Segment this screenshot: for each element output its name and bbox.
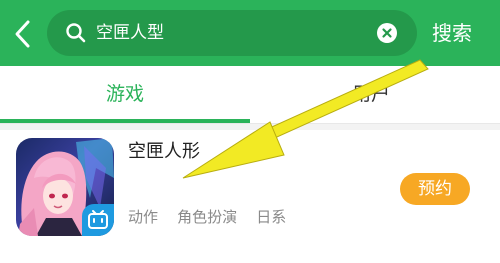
game-tag: 动作	[128, 208, 159, 226]
tab-bar: 游戏 用户	[0, 66, 500, 124]
tab-users-label: 用户	[352, 83, 391, 105]
back-arrow-icon	[15, 20, 30, 48]
search-button[interactable]: 搜索	[432, 19, 472, 47]
clear-search-button[interactable]	[377, 23, 397, 43]
top-bar: 空匣人型 搜索	[0, 0, 500, 66]
game-tags: 动作 角色扮演 日系	[128, 206, 300, 228]
game-tag: 角色扮演	[177, 208, 238, 226]
back-button[interactable]	[6, 14, 42, 54]
bilibili-badge	[82, 204, 114, 236]
game-tag: 日系	[256, 208, 287, 226]
reserve-button[interactable]: 预约	[400, 173, 470, 205]
search-input[interactable]: 空匣人型	[96, 21, 164, 45]
tab-games-label: 游戏	[105, 83, 144, 105]
bilibili-badge-icon	[88, 210, 108, 229]
tab-users[interactable]: 用户	[250, 66, 500, 122]
search-icon	[66, 23, 86, 43]
game-title[interactable]: 空匣人形	[128, 138, 200, 166]
game-result-item[interactable]: 空匣人形 动作 角色扮演 日系 预约	[0, 130, 500, 240]
active-tab-indicator	[0, 119, 250, 123]
search-box[interactable]: 空匣人型	[47, 10, 417, 56]
game-icon[interactable]	[16, 138, 114, 236]
clear-icon	[382, 28, 392, 38]
tab-games[interactable]: 游戏	[0, 66, 250, 122]
